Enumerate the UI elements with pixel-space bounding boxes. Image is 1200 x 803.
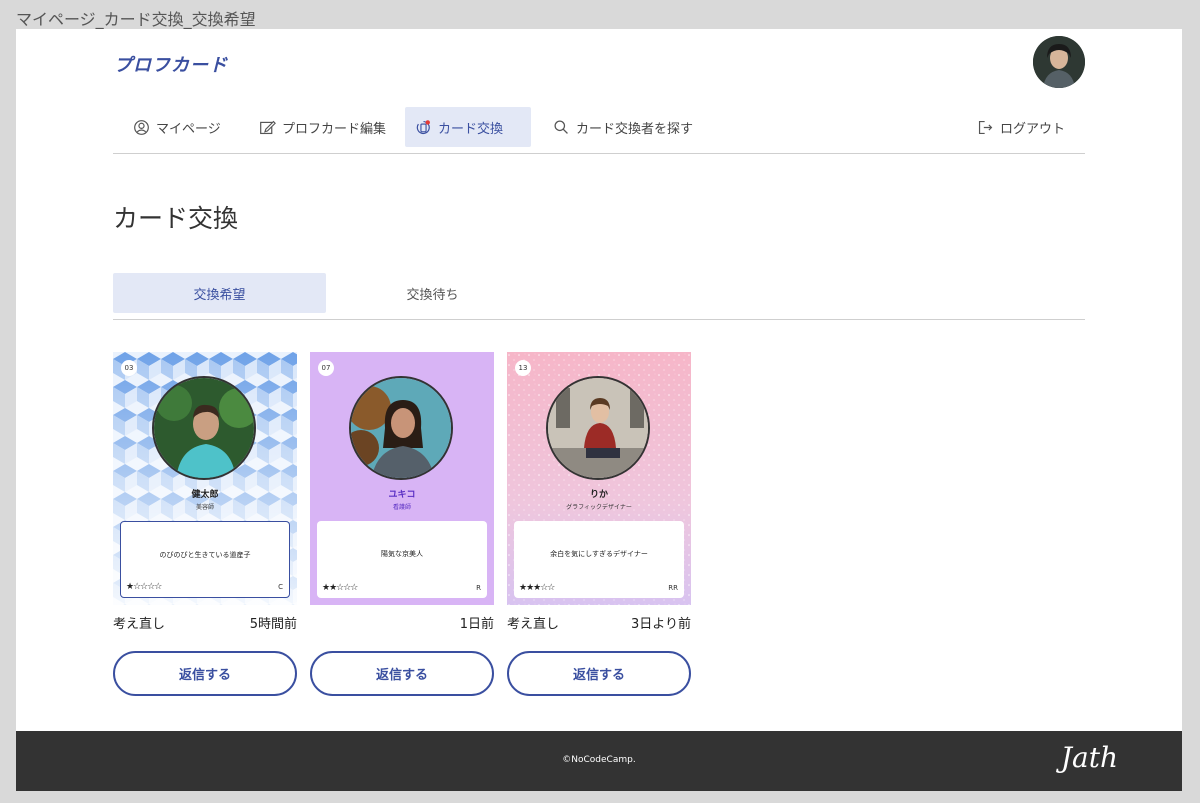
search-icon bbox=[553, 119, 570, 136]
signature: Jath bbox=[1060, 741, 1118, 774]
logout-icon bbox=[977, 119, 994, 136]
card-star-rating: ★★☆☆☆ bbox=[322, 583, 358, 593]
card-meta: 考え直し 5時間前 bbox=[113, 611, 297, 635]
page: プロフカード マイページ プロフカード編集 カード交換 カード交換者を探す ログ… bbox=[16, 29, 1182, 791]
nav-item-edit-card[interactable]: プロフカード編集 bbox=[249, 107, 396, 147]
reply-button[interactable]: 返信する bbox=[113, 651, 297, 696]
card-name: 健太郎 bbox=[191, 490, 219, 500]
card-number: 03 bbox=[121, 360, 137, 376]
card-role: 美容師 bbox=[195, 504, 214, 511]
edit-icon bbox=[259, 119, 276, 136]
card-rank: R bbox=[476, 584, 481, 592]
prof-card[interactable]: 03 健太郎 美容師 のびのびと生きている道産子 ★☆☆☆☆ C bbox=[113, 352, 297, 605]
nav-item-find-exchanger[interactable]: カード交換者を探す bbox=[543, 107, 703, 147]
nav-item-label: プロフカード編集 bbox=[282, 121, 387, 137]
logout-button[interactable]: ログアウト bbox=[967, 107, 1075, 147]
user-avatar[interactable] bbox=[1033, 36, 1085, 88]
exchange-card-item: 03 健太郎 美容師 のびのびと生きている道産子 ★☆☆☆☆ C 考え直し 5時… bbox=[113, 352, 297, 696]
card-role: 看護師 bbox=[392, 504, 411, 511]
card-quote: のびのびと生きている道産子 bbox=[159, 551, 251, 559]
nav-item-label: マイページ bbox=[156, 121, 221, 137]
main-nav: マイページ プロフカード編集 カード交換 カード交換者を探す ログアウト bbox=[113, 107, 1085, 154]
card-name: ユキコ bbox=[388, 490, 416, 500]
card-exchange-icon bbox=[415, 119, 432, 136]
nav-item-label: カード交換者を探す bbox=[576, 121, 694, 137]
user-circle-icon bbox=[133, 119, 150, 136]
brand-logo[interactable]: プロフカード bbox=[114, 51, 228, 77]
card-quote: 陽気な京美人 bbox=[381, 550, 423, 558]
exchange-card-item: 13 りか グラフィックデザイナー 余白を気にしすぎるデザイナー ★★★☆☆ R… bbox=[507, 352, 691, 696]
card-quote-box: 余白を気にしすぎるデザイナー ★★★☆☆ RR bbox=[514, 521, 684, 598]
card-name: りか bbox=[589, 490, 608, 500]
exchange-status: 考え直し bbox=[507, 617, 560, 632]
card-star-rating: ★☆☆☆☆ bbox=[126, 582, 162, 592]
logout-label: ログアウト bbox=[999, 121, 1065, 137]
tab-exchange-request[interactable]: 交換希望 bbox=[113, 273, 326, 313]
footer: ©NoCodeCamp. Jath bbox=[16, 731, 1182, 791]
card-number: 07 bbox=[318, 360, 334, 376]
exchange-tabs: 交換希望 交換待ち bbox=[113, 273, 1085, 320]
card-quote-box: 陽気な京美人 ★★☆☆☆ R bbox=[317, 521, 487, 598]
card-photo bbox=[152, 376, 256, 480]
card-rank: C bbox=[278, 583, 283, 591]
nav-item-label: カード交換 bbox=[438, 121, 504, 137]
card-rank: RR bbox=[668, 584, 678, 592]
copyright: ©NoCodeCamp. bbox=[562, 755, 636, 765]
card-photo bbox=[546, 376, 650, 480]
card-quote: 余白を気にしすぎるデザイナー bbox=[550, 550, 648, 558]
card-meta: 1日前 bbox=[310, 611, 494, 635]
card-quote-box: のびのびと生きている道産子 ★☆☆☆☆ C bbox=[120, 521, 290, 598]
card-star-rating: ★★★☆☆ bbox=[519, 583, 555, 593]
reply-button[interactable]: 返信する bbox=[310, 651, 494, 696]
tab-exchange-waiting[interactable]: 交換待ち bbox=[326, 273, 539, 313]
card-photo bbox=[349, 376, 453, 480]
exchange-card-item: 07 ユキコ 看護師 陽気な京美人 ★★☆☆☆ R 1日前 返信する bbox=[310, 352, 494, 696]
exchange-status: 考え直し bbox=[113, 617, 166, 632]
exchange-time: 1日前 bbox=[459, 617, 494, 632]
prof-card[interactable]: 13 りか グラフィックデザイナー 余白を気にしすぎるデザイナー ★★★☆☆ R… bbox=[507, 352, 691, 605]
reply-button[interactable]: 返信する bbox=[507, 651, 691, 696]
exchange-time: 5時間前 bbox=[249, 617, 297, 632]
page-title: カード交換 bbox=[113, 204, 239, 233]
exchange-time: 3日より前 bbox=[630, 617, 691, 632]
prof-card[interactable]: 07 ユキコ 看護師 陽気な京美人 ★★☆☆☆ R bbox=[310, 352, 494, 605]
card-meta: 考え直し 3日より前 bbox=[507, 611, 691, 635]
card-role: グラフィックデザイナー bbox=[566, 504, 632, 511]
card-number: 13 bbox=[515, 360, 531, 376]
frame-title: マイページ_カード交換_交換希望 bbox=[16, 10, 256, 29]
nav-item-card-exchange[interactable]: カード交換 bbox=[405, 107, 531, 147]
nav-item-mypage[interactable]: マイページ bbox=[123, 107, 231, 147]
